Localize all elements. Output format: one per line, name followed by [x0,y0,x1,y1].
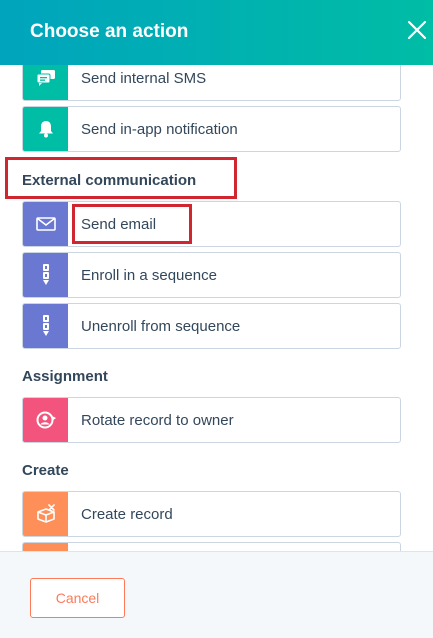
create-record-icon [23,492,68,536]
action-send-in-app-notification[interactable]: Send in-app notification [22,106,401,152]
cancel-button[interactable]: Cancel [30,578,125,618]
action-rotate-record-owner[interactable]: Rotate record to owner [22,397,401,443]
section-heading-create: Create [22,462,69,479]
envelope-icon [23,202,68,246]
rotate-owner-icon [23,398,68,442]
action-next-partial[interactable] [22,542,401,551]
action-enroll-sequence[interactable]: Enroll in a sequence [22,252,401,298]
modal-header: Choose an action [0,0,433,65]
bell-icon [23,107,68,151]
action-label: Rotate record to owner [81,411,234,429]
action-label: Send internal SMS [81,69,207,87]
modal-footer: Cancel [0,551,433,638]
sequence-icon [23,304,68,348]
sequence-icon [23,253,68,297]
action-unenroll-sequence[interactable]: Unenroll from sequence [22,303,401,349]
action-list[interactable]: Send internal SMS Send in-app notificati… [0,65,433,551]
highlight-send-email [72,204,192,244]
close-icon[interactable] [406,19,428,41]
action-create-record[interactable]: Create record [22,491,401,537]
create-icon [23,543,68,551]
action-label: Send in-app notification [81,120,238,138]
action-send-internal-sms[interactable]: Send internal SMS [22,65,401,101]
highlight-external-heading [5,157,237,199]
action-label: Unenroll from sequence [81,317,241,335]
section-heading-assignment: Assignment [22,368,108,385]
chat-icon [23,65,68,100]
action-label: Create record [81,505,173,523]
action-label: Enroll in a sequence [81,266,217,284]
modal-title: Choose an action [30,21,189,42]
